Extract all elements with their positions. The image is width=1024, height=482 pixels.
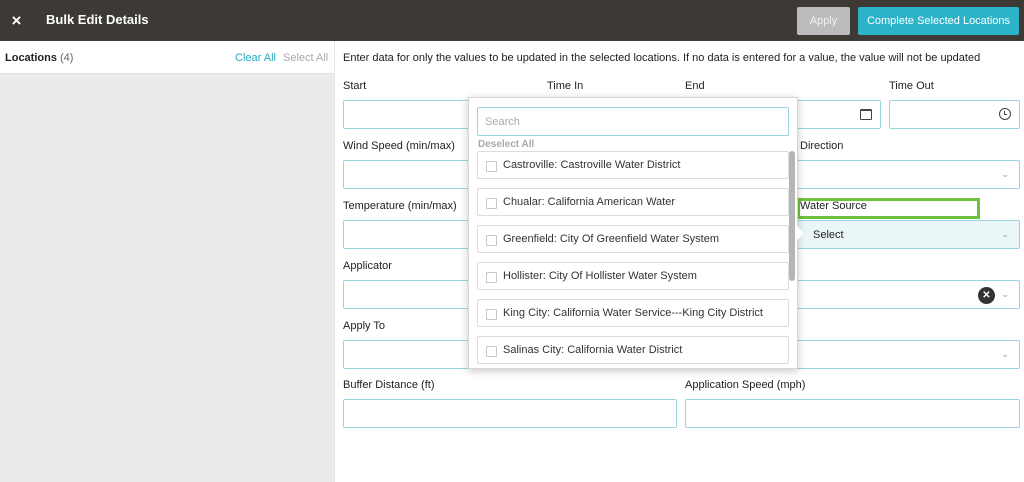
locations-label: Locations (4) (5, 52, 73, 64)
water-source-select[interactable]: Select ⌄ (797, 220, 1020, 249)
checkbox[interactable] (486, 309, 497, 320)
start-date-field[interactable] (343, 100, 471, 129)
locations-sidebar: Locations (4) Clear All Select All (0, 41, 334, 482)
time-out-label: Time Out (889, 80, 934, 92)
dropdown-option-label: Hollister: City Of Hollister Water Syste… (503, 270, 697, 282)
dropdown-option-label: Salinas City: California Water District (503, 344, 683, 356)
close-icon[interactable]: × (0, 0, 33, 41)
chevron-down-icon: ⌄ (1001, 349, 1009, 359)
time-out-field[interactable] (889, 100, 1020, 129)
checkbox[interactable] (486, 346, 497, 357)
locations-header: Locations (4) Clear All Select All (0, 41, 334, 74)
applicator-select[interactable]: ✕ ⌄ (797, 280, 1020, 309)
start-label: Start (343, 80, 367, 92)
applicator-label: Applicator (343, 260, 392, 272)
page-title: Bulk Edit Details (46, 12, 149, 27)
buffer-distance-field[interactable] (343, 399, 677, 428)
clear-all-link[interactable]: Clear All (235, 52, 276, 64)
deselect-all-link[interactable]: Deselect All (478, 139, 534, 150)
end-date-field[interactable] (795, 100, 881, 129)
temperature-label: Temperature (min/max) (343, 200, 457, 212)
panel-divider (334, 41, 335, 482)
chevron-down-icon: ⌄ (1001, 229, 1009, 239)
checkbox[interactable] (486, 235, 497, 246)
checkbox[interactable] (486, 161, 497, 172)
wind-speed-field[interactable] (343, 160, 471, 189)
chevron-down-icon: ⌄ (1001, 169, 1009, 179)
dropdown-option[interactable]: Chualar: California American Water (477, 188, 789, 216)
dropdown-option[interactable]: Salinas City: California Water District (477, 336, 789, 364)
locations-title: Locations (5, 52, 57, 64)
select-all-link[interactable]: Select All (283, 52, 328, 64)
application-speed-label: Application Speed (mph) (685, 379, 806, 391)
water-source-value: Select (813, 229, 844, 241)
locations-count: (4) (60, 52, 74, 64)
checkbox[interactable] (486, 272, 497, 283)
dropdown-search-input[interactable]: Search (477, 107, 789, 136)
checkbox[interactable] (486, 198, 497, 209)
apply-to-field[interactable] (343, 340, 471, 369)
direction-select[interactable]: ⌄ (797, 160, 1020, 189)
apply-to-label: Apply To (343, 320, 385, 332)
complete-selected-locations-button[interactable]: Complete Selected Locations (858, 7, 1019, 35)
buffer-distance-label: Buffer Distance (ft) (343, 379, 435, 391)
chevron-down-icon: ⌄ (1001, 289, 1009, 299)
water-source-dropdown: Search Deselect All Castroville: Castrov… (468, 97, 798, 369)
instructions-text: Enter data for only the values to be upd… (343, 52, 981, 64)
dropdown-option[interactable]: King City: California Water Service---Ki… (477, 299, 789, 327)
end-label: End (685, 80, 705, 92)
dropdown-option-label: Greenfield: City Of Greenfield Water Sys… (503, 233, 719, 245)
dropdown-option-label: Chualar: California American Water (503, 196, 675, 208)
wind-speed-label: Wind Speed (min/max) (343, 140, 455, 152)
applicator-field[interactable] (343, 280, 471, 309)
dropdown-pointer (796, 225, 804, 241)
dropdown-option[interactable]: Greenfield: City Of Greenfield Water Sys… (477, 225, 789, 253)
search-placeholder: Search (485, 116, 520, 128)
time-in-label: Time In (547, 80, 584, 92)
clear-selection-icon[interactable]: ✕ (978, 287, 995, 304)
apply-button[interactable]: Apply (797, 7, 850, 35)
dropdown-option[interactable]: Hollister: City Of Hollister Water Syste… (477, 262, 789, 290)
apply-to-select[interactable]: ⌄ (797, 340, 1020, 369)
temperature-field[interactable] (343, 220, 471, 249)
clock-icon[interactable] (999, 108, 1011, 120)
dropdown-option-label: King City: California Water Service---Ki… (503, 307, 763, 319)
dropdown-option-label: Castroville: Castroville Water District (503, 159, 681, 171)
application-speed-field[interactable] (685, 399, 1020, 428)
dropdown-scrollbar[interactable] (789, 151, 795, 281)
water-source-label: Water Source (800, 200, 867, 212)
header-bar: × Bulk Edit Details Apply Complete Selec… (0, 0, 1024, 41)
calendar-icon[interactable] (860, 109, 872, 120)
direction-label: Direction (800, 140, 844, 152)
dropdown-option[interactable]: Castroville: Castroville Water District (477, 151, 789, 179)
